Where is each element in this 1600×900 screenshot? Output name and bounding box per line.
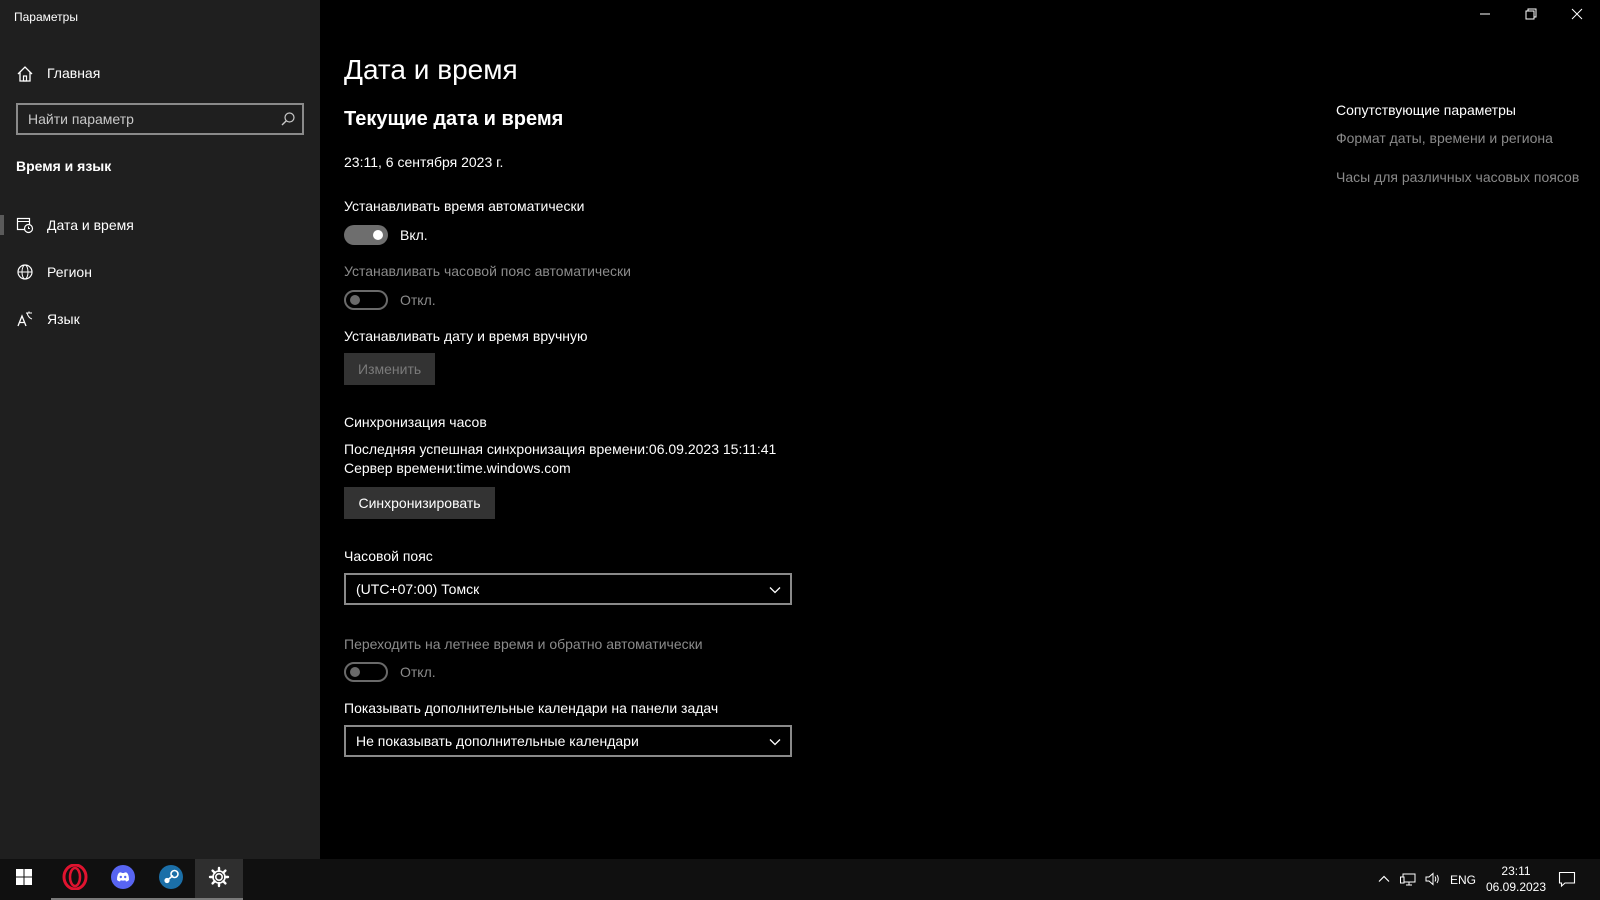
minimize-button[interactable] xyxy=(1462,0,1508,32)
network-icon[interactable] xyxy=(1400,871,1416,887)
home-icon xyxy=(16,65,34,83)
search-input[interactable] xyxy=(18,105,268,133)
taskbar-clock[interactable]: 23:11 06.09.2023 xyxy=(1480,863,1552,895)
calendars-dropdown[interactable]: Не показывать дополнительные календари xyxy=(344,725,792,757)
auto-time-toggle[interactable] xyxy=(344,225,388,245)
steam-taskbar-button[interactable] xyxy=(147,859,195,900)
auto-timezone-state: Откл. xyxy=(400,292,436,308)
auto-timezone-toggle[interactable] xyxy=(344,290,388,310)
sidebar-item-label: Язык xyxy=(47,311,80,327)
language-icon xyxy=(16,310,34,328)
settings-taskbar-button[interactable] xyxy=(195,859,243,900)
search-icon[interactable] xyxy=(280,111,296,127)
minimize-icon xyxy=(1479,7,1491,25)
date-region-format-link[interactable]: Формат даты, времени и региона xyxy=(1336,130,1553,146)
additional-clocks-link[interactable]: Часы для различных часовых поясов xyxy=(1336,169,1579,185)
settings-icon xyxy=(208,866,230,893)
taskbar-time: 23:11 xyxy=(1501,864,1531,878)
taskbar-date: 06.09.2023 xyxy=(1485,880,1547,894)
time-server-text: Сервер времени:time.windows.com xyxy=(344,460,571,476)
chevron-down-icon xyxy=(768,735,782,749)
page-title: Дата и время xyxy=(344,54,518,85)
current-datetime-heading: Текущие дата и время xyxy=(344,108,564,130)
toggle-knob xyxy=(350,667,360,677)
sidebar: Параметры Главная Время и язык Дата и вр… xyxy=(0,0,320,859)
close-button[interactable] xyxy=(1554,0,1600,32)
timezone-value: (UTC+07:00) Томск xyxy=(356,581,480,597)
dst-state: Откл. xyxy=(400,664,436,680)
steam-icon xyxy=(158,864,184,895)
close-icon xyxy=(1571,7,1583,25)
discord-icon xyxy=(110,864,136,895)
related-settings-heading: Сопутствующие параметры xyxy=(1336,102,1516,118)
section-title: Время и язык xyxy=(16,158,112,174)
globe-icon xyxy=(16,263,34,281)
sidebar-item-date-time[interactable]: Дата и время xyxy=(0,205,320,245)
notifications-icon[interactable] xyxy=(1558,870,1576,888)
start-icon xyxy=(15,868,33,891)
sync-heading: Синхронизация часов xyxy=(344,414,487,430)
sync-now-button[interactable]: Синхронизировать xyxy=(344,487,495,519)
sidebar-item-language[interactable]: Язык xyxy=(0,299,320,339)
volume-icon[interactable] xyxy=(1424,871,1440,887)
restore-icon xyxy=(1525,7,1537,25)
sidebar-item-label: Регион xyxy=(47,264,92,280)
opera-taskbar-button[interactable] xyxy=(51,859,99,900)
active-indicator xyxy=(0,215,4,235)
auto-time-label: Устанавливать время автоматически xyxy=(344,198,585,214)
dst-toggle[interactable] xyxy=(344,662,388,682)
timezone-dropdown[interactable]: (UTC+07:00) Томск xyxy=(344,573,792,605)
toggle-knob xyxy=(350,295,360,305)
dst-label: Переходить на летнее время и обратно авт… xyxy=(344,636,703,652)
chevron-down-icon xyxy=(768,583,782,597)
timezone-label: Часовой пояс xyxy=(344,548,433,564)
settings-window: Параметры Главная Время и язык Дата и вр… xyxy=(0,0,1600,859)
sidebar-item-label: Дата и время xyxy=(47,217,134,233)
start-button[interactable] xyxy=(0,859,48,900)
change-button[interactable]: Изменить xyxy=(344,353,435,385)
calendars-label: Показывать дополнительные календари на п… xyxy=(344,700,719,716)
language-indicator[interactable]: ENG xyxy=(1450,873,1476,887)
chevron-up-icon[interactable] xyxy=(1376,871,1392,887)
discord-taskbar-button[interactable] xyxy=(99,859,147,900)
home-nav-item[interactable]: Главная xyxy=(0,56,320,92)
taskbar: ENG 23:11 06.09.2023 xyxy=(0,859,1600,900)
sidebar-item-region[interactable]: Регион xyxy=(0,252,320,292)
toggle-knob xyxy=(373,230,383,240)
window-title: Параметры xyxy=(14,10,78,24)
manual-datetime-label: Устанавливать дату и время вручную xyxy=(344,328,588,344)
current-datetime: 23:11, 6 сентября 2023 г. xyxy=(344,154,504,170)
opera-icon xyxy=(62,863,88,895)
home-label: Главная xyxy=(47,65,101,81)
main-content: Дата и время Текущие дата и время 23:11,… xyxy=(320,0,1600,859)
restore-button[interactable] xyxy=(1508,0,1554,32)
calendar-clock-icon xyxy=(16,216,34,234)
auto-time-state: Вкл. xyxy=(400,227,428,243)
search-box xyxy=(16,103,304,135)
last-sync-text: Последняя успешная синхронизация времени… xyxy=(344,441,777,457)
calendars-value: Не показывать дополнительные календари xyxy=(356,733,639,749)
auto-timezone-label: Устанавливать часовой пояс автоматически xyxy=(344,263,631,279)
